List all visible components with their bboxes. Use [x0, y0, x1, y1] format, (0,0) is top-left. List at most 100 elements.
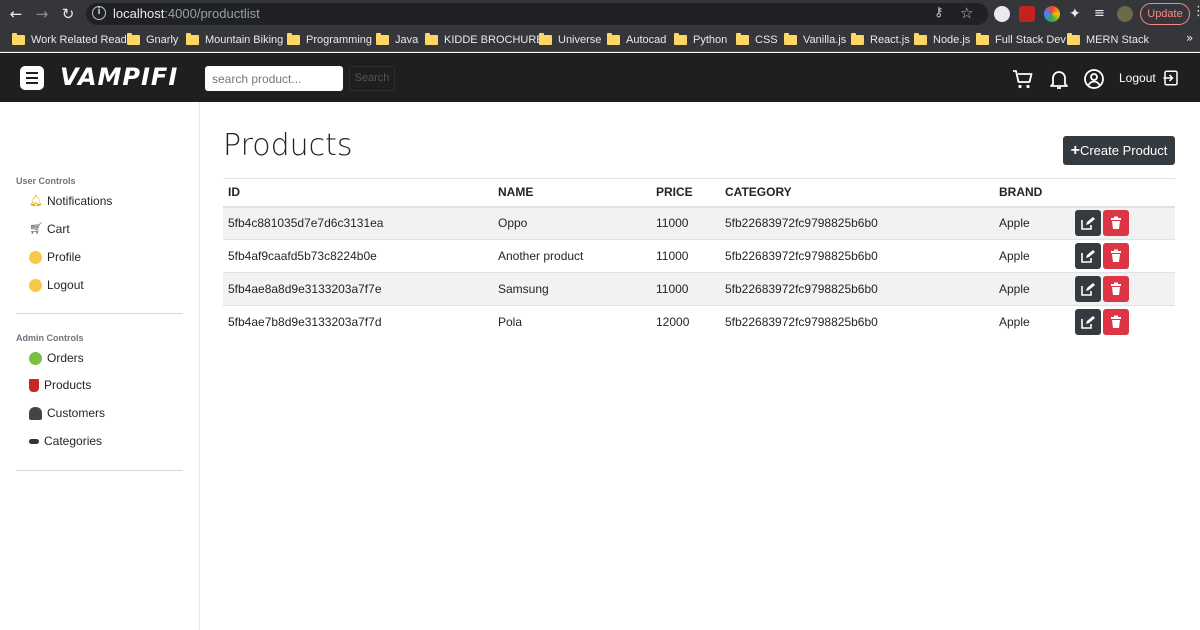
bookmark-folder[interactable]: Work Related Reads: [12, 32, 132, 48]
column-header-category[interactable]: CATEGORY: [720, 178, 994, 208]
key-icon[interactable]: ⚷: [934, 5, 944, 20]
column-header-brand[interactable]: BRAND: [994, 178, 1070, 208]
app-navbar: VAMPIFI Search Logout: [0, 53, 1200, 102]
extension-color-icon[interactable]: [1044, 6, 1060, 22]
search-input[interactable]: [205, 66, 343, 91]
face-icon: [29, 278, 42, 292]
edit-button[interactable]: [1075, 309, 1101, 336]
folder-icon: [976, 33, 989, 45]
bookmark-folder[interactable]: Node.js: [914, 32, 970, 48]
delete-button[interactable]: [1103, 210, 1129, 237]
update-button[interactable]: Update: [1140, 3, 1190, 25]
cell-price: 11000: [651, 206, 720, 240]
back-arrow-icon[interactable]: ←: [6, 4, 26, 24]
delete-button[interactable]: [1103, 309, 1129, 336]
table-row: 5fb4af9caafd5b73c8224b0e Another product…: [223, 239, 1175, 273]
bookmark-folder[interactable]: Java: [376, 32, 418, 48]
extension-circle-icon[interactable]: [994, 6, 1010, 22]
cell-category: 5fb22683972fc9798825b6b0: [720, 239, 994, 273]
table-header-row: ID NAME PRICE CATEGORY BRAND: [223, 178, 1175, 208]
divider: [16, 470, 183, 471]
bookmark-folder[interactable]: Gnarly: [127, 32, 178, 48]
bookmark-folder[interactable]: Vanilla.js: [784, 32, 846, 48]
folder-icon: [851, 33, 864, 45]
sidebar-item-products[interactable]: Products: [29, 378, 91, 392]
page-title: Products: [223, 128, 353, 163]
edit-icon: [1081, 217, 1095, 231]
bookmark-folder[interactable]: React.js: [851, 32, 910, 48]
logout-link[interactable]: Logout: [1119, 69, 1180, 87]
bookmark-folder[interactable]: Mountain Biking: [186, 32, 283, 48]
bookmark-folder[interactable]: CSS: [736, 32, 778, 48]
stack-icon: [29, 438, 39, 444]
folder-icon: [425, 33, 438, 45]
folder-icon: [539, 33, 552, 45]
bookmark-folder[interactable]: Universe: [539, 32, 601, 48]
sidebar-item-profile[interactable]: Profile: [29, 250, 81, 264]
more-bookmarks-icon[interactable]: »: [1186, 31, 1193, 45]
cell-actions: [1070, 239, 1175, 273]
edit-button[interactable]: [1075, 243, 1101, 269]
avatar[interactable]: [1117, 6, 1133, 22]
address-url[interactable]: localhost:4000/productlist: [113, 6, 260, 21]
sidebar-item-categories[interactable]: Categories: [29, 434, 102, 448]
playlist-icon[interactable]: ≡: [1094, 6, 1110, 22]
folder-icon: [376, 33, 389, 45]
bookmark-folder[interactable]: Programming: [287, 32, 372, 48]
forward-arrow-icon[interactable]: →: [32, 4, 52, 24]
bookmark-folder[interactable]: MERN Stack: [1067, 32, 1149, 48]
brand-logo[interactable]: VAMPIFI: [60, 63, 178, 91]
create-product-button[interactable]: +Create Product: [1063, 136, 1175, 165]
divider: [16, 313, 183, 314]
folder-icon: [674, 33, 687, 45]
folder-icon: [127, 33, 140, 45]
bookmark-folder[interactable]: Full Stack Dev: [976, 32, 1066, 48]
search-button[interactable]: Search: [349, 66, 395, 91]
column-header-id[interactable]: ID: [223, 178, 493, 208]
puzzle-icon[interactable]: ✦: [1069, 6, 1085, 22]
cell-price: 11000: [651, 239, 720, 273]
bookmark-folder[interactable]: Python: [674, 32, 727, 48]
sidebar-item-orders[interactable]: Orders: [29, 351, 84, 365]
cell-brand: Apple: [994, 305, 1070, 339]
delete-button[interactable]: [1103, 243, 1129, 269]
sidebar-item-customers[interactable]: Customers: [29, 406, 105, 420]
kebab-menu-icon[interactable]: ⋮: [1192, 4, 1200, 19]
delete-button[interactable]: [1103, 276, 1129, 302]
folder-icon: [784, 33, 797, 45]
bookmark-folder[interactable]: KIDDE BROCHURES: [425, 32, 551, 48]
star-icon[interactable]: ☆: [960, 4, 973, 22]
user-circle-icon[interactable]: [1082, 67, 1106, 91]
cell-actions: [1070, 206, 1175, 240]
edit-icon: [1081, 283, 1095, 296]
sidebar-item-notifications[interactable]: 🔔︎ Notifications: [29, 194, 112, 208]
trash-icon: [1111, 315, 1121, 329]
column-header-name[interactable]: NAME: [493, 178, 651, 208]
trash-icon: [1111, 249, 1121, 262]
sidebar: User Controls 🔔︎ Notifications 🛒︎ Cart P…: [0, 102, 200, 630]
cell-id: 5fb4af9caafd5b73c8224b0e: [223, 239, 493, 273]
busts-icon: [29, 406, 42, 420]
bell-icon[interactable]: [1047, 67, 1071, 91]
edit-button[interactable]: [1075, 276, 1101, 302]
sidebar-item-logout[interactable]: Logout: [29, 278, 84, 292]
folder-icon: [12, 33, 25, 45]
cart-icon[interactable]: [1011, 67, 1035, 91]
reload-icon[interactable]: ↻: [58, 4, 78, 24]
sidebar-item-cart[interactable]: 🛒︎ Cart: [29, 222, 70, 236]
info-icon[interactable]: i: [92, 6, 106, 20]
edit-button[interactable]: [1075, 210, 1101, 237]
bookmark-folder[interactable]: Autocad: [607, 32, 666, 48]
edit-icon: [1081, 250, 1095, 263]
cell-actions: [1070, 272, 1175, 306]
extension-red-icon[interactable]: [1019, 6, 1035, 22]
address-bar[interactable]: i localhost:4000/productlist ⚷ ☆: [86, 3, 988, 25]
cell-id: 5fb4c881035d7e7d6c3131ea: [223, 206, 493, 240]
cell-price: 12000: [651, 305, 720, 339]
column-header-price[interactable]: PRICE: [651, 178, 720, 208]
admin-controls-title: Admin Controls: [16, 333, 84, 343]
menu-icon[interactable]: [20, 66, 44, 90]
folder-icon: [607, 33, 620, 45]
plus-icon: +: [1070, 142, 1080, 159]
folder-icon: [186, 33, 199, 45]
